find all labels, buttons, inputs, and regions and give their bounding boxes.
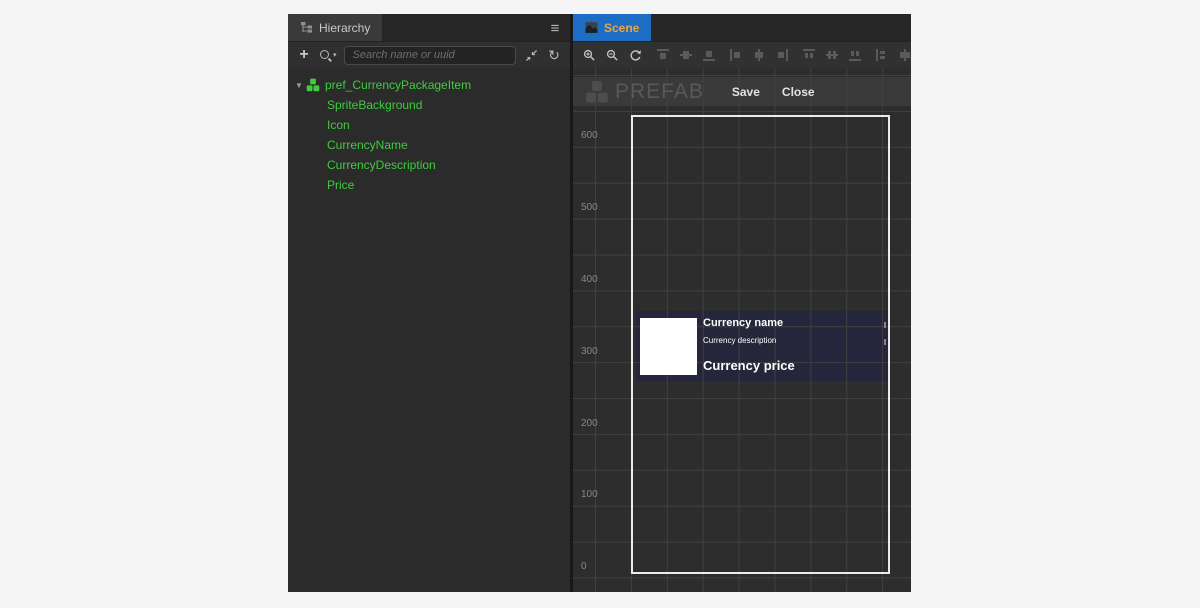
zoom-in-icon[interactable] xyxy=(582,48,597,63)
ruler-label: 200 xyxy=(581,418,598,429)
icon-sprite-preview xyxy=(640,318,697,375)
add-node-button[interactable]: + xyxy=(296,44,312,66)
collapse-all-icon[interactable] xyxy=(523,47,539,63)
save-button[interactable]: Save xyxy=(728,83,764,101)
tree-node-root[interactable]: ▼ pref_CurrencyPackageItem xyxy=(288,75,570,95)
hierarchy-tabbar: Hierarchy ≡ xyxy=(288,14,570,41)
ruler-label: 500 xyxy=(581,202,598,213)
scene-panel: Scene PREFAB Save Close 600 500 400 300 200 1… xyxy=(573,14,911,592)
hierarchy-panel: Hierarchy ≡ + ▾ ↻ ▼ pr xyxy=(288,14,570,592)
hierarchy-tree: ▼ pref_CurrencyPackageItem SpriteBackgro… xyxy=(288,68,570,195)
currency-description-text: Currency description xyxy=(703,336,776,345)
hierarchy-tree-icon xyxy=(300,21,313,34)
currency-price-text: Currency price xyxy=(703,358,795,373)
distribute-center-icon[interactable] xyxy=(897,48,911,63)
refresh-icon[interactable]: ↻ xyxy=(546,47,562,63)
tree-node-label: SpriteBackground xyxy=(327,98,422,112)
tree-node-label: CurrencyDescription xyxy=(327,158,436,172)
close-button[interactable]: Close xyxy=(778,83,819,101)
distribute-middle-icon[interactable] xyxy=(824,48,839,63)
tab-hierarchy[interactable]: Hierarchy xyxy=(288,14,382,41)
search-icon xyxy=(319,49,332,62)
align-top-icon[interactable] xyxy=(655,48,670,63)
tree-node[interactable]: Price xyxy=(288,175,570,195)
tree-node[interactable]: Icon xyxy=(288,115,570,135)
tree-children: SpriteBackground Icon CurrencyName Currency… xyxy=(288,95,570,195)
search-filter-button[interactable]: ▾ xyxy=(319,49,337,62)
ruler-label: 100 xyxy=(581,489,598,500)
scene-tab-icon xyxy=(585,21,598,34)
reset-view-icon[interactable] xyxy=(628,48,643,63)
tree-node-label: CurrencyName xyxy=(327,138,408,152)
scene-canvas[interactable]: PREFAB Save Close 600 500 400 300 200 100 0 Cu… xyxy=(573,68,911,592)
align-center-icon[interactable] xyxy=(751,48,766,63)
tree-node-label: Icon xyxy=(327,118,350,132)
align-bottom-icon[interactable] xyxy=(701,48,716,63)
tree-node-label: Price xyxy=(327,178,354,192)
hierarchy-menu-icon[interactable]: ≡ xyxy=(540,14,570,41)
tree-node[interactable]: CurrencyDescription xyxy=(288,155,570,175)
scene-tabbar: Scene xyxy=(573,14,911,41)
align-left-icon[interactable] xyxy=(728,48,743,63)
prefab-icon xyxy=(306,78,320,92)
tree-node-label: pref_CurrencyPackageItem xyxy=(325,78,471,92)
prefab-mode-title: PREFAB xyxy=(615,80,704,104)
currency-name-text: Currency name xyxy=(703,317,783,329)
hierarchy-toolbar: + ▾ ↻ xyxy=(288,41,570,68)
expand-caret-icon[interactable]: ▼ xyxy=(295,81,306,90)
distribute-left-icon[interactable] xyxy=(874,48,889,63)
align-middle-icon[interactable] xyxy=(678,48,693,63)
hierarchy-tab-label: Hierarchy xyxy=(319,21,370,35)
scene-toolbar xyxy=(573,41,911,68)
prefab-header: PREFAB Save Close xyxy=(573,77,911,106)
prefab-mode-icon xyxy=(585,80,609,104)
zoom-out-icon[interactable] xyxy=(605,48,620,63)
editor-window: Hierarchy ≡ + ▾ ↻ ▼ pr xyxy=(288,14,911,592)
gizmo-handle xyxy=(884,322,886,328)
gizmo-handle xyxy=(884,339,886,345)
scene-tab-label: Scene xyxy=(604,21,639,35)
distribute-top-icon[interactable] xyxy=(801,48,816,63)
ruler-label: 300 xyxy=(581,346,598,357)
search-input[interactable] xyxy=(344,46,516,65)
ruler-label: 600 xyxy=(581,130,598,141)
distribute-bottom-icon[interactable] xyxy=(847,48,862,63)
tab-scene[interactable]: Scene xyxy=(573,14,651,41)
tree-node[interactable]: SpriteBackground xyxy=(288,95,570,115)
page: Hierarchy ≡ + ▾ ↻ ▼ pr xyxy=(0,0,1200,608)
tree-node[interactable]: CurrencyName xyxy=(288,135,570,155)
ruler-label: 400 xyxy=(581,274,598,285)
align-right-icon[interactable] xyxy=(774,48,789,63)
search-caret-icon: ▾ xyxy=(333,51,337,59)
ruler-label: 0 xyxy=(581,561,587,572)
